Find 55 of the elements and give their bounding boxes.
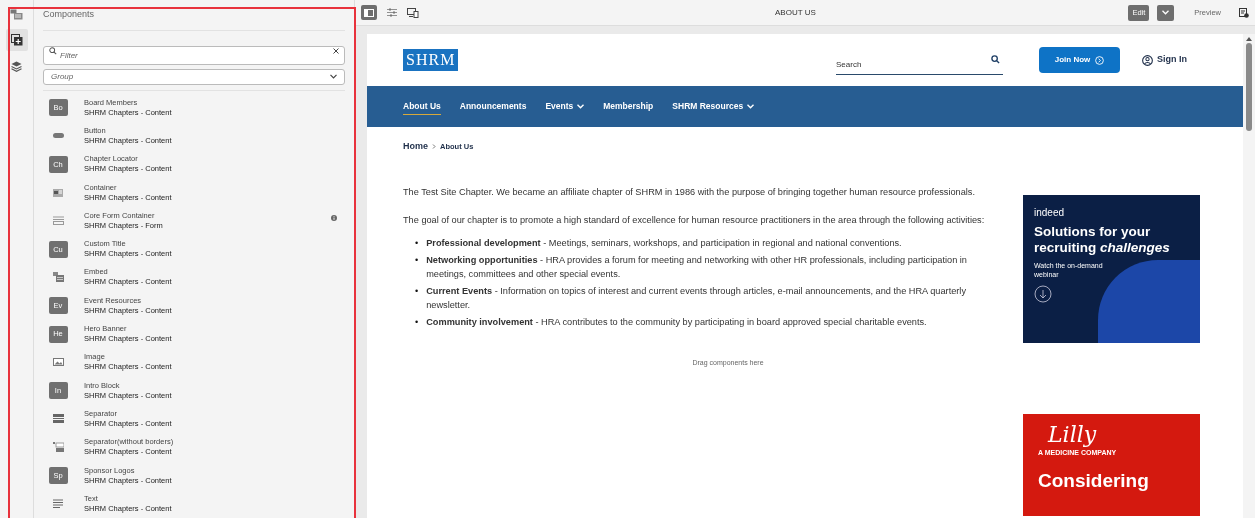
paragraph: The Test Site Chapter. We became an affiliate chapter of SHRM in 1986 with the purpose of bringing together human resource professionals. (403, 185, 976, 198)
text-lines-icon (53, 499, 63, 509)
sign-in-link[interactable]: Sign In (1142, 53, 1187, 67)
down-arrow-circle-icon (1034, 284, 1052, 303)
separator-icon (52, 414, 64, 424)
nav-link[interactable]: SHRM Resources (672, 98, 755, 115)
brand-logo: indeed (1034, 205, 1066, 220)
form-icon (52, 216, 64, 226)
search-field[interactable]: Search (836, 55, 1003, 75)
bullet-item: Professional development - Meetings, seminars, workshops, and participation in regional and national conventions. (426, 236, 902, 250)
bullet-point: • (415, 236, 419, 250)
nav-link[interactable]: Announcements (459, 98, 527, 115)
image-icon (52, 358, 64, 367)
sidebar-toggle-button[interactable] (361, 5, 377, 20)
search-icon (49, 46, 57, 55)
arrow-circle-icon (1095, 55, 1105, 65)
search-icon (991, 55, 1000, 64)
nav-link[interactable]: Membership (603, 98, 654, 115)
sliders-icon[interactable] (387, 8, 397, 17)
panel-title: Components (43, 0, 345, 31)
components-icon[interactable] (5, 29, 28, 51)
bullet-item: Community involvement - HRA contributes to the community by participating in board approved special charitable events. (426, 315, 927, 329)
logo: SHRM (403, 49, 459, 71)
breadcrumb-link[interactable]: Home (403, 140, 428, 154)
container-icon (53, 188, 63, 197)
brand-logo: Lilly (1046, 421, 1098, 448)
paragraph: The goal of our chapter is to promote a high standard of excellence for human resource practitioners in the area through the following activities: (403, 213, 986, 226)
join-now-button[interactable]: Join Now (1039, 47, 1120, 73)
button-icon (52, 133, 64, 139)
scrollbar[interactable] (1243, 34, 1255, 518)
chevron-icon (432, 144, 436, 150)
embed-icon (52, 272, 64, 283)
dropdown-button[interactable] (1157, 4, 1175, 21)
ad-headline: Considering (1038, 470, 1150, 492)
bullet-item: Networking opportunities - HRA provides a forum for meeting and networking with other HR professionals, including participation in meetings, committees and other special events. (426, 253, 968, 281)
nav-link[interactable]: Events (545, 98, 585, 115)
filter-field[interactable]: Filter (43, 45, 345, 65)
nav-link[interactable]: About Us (403, 98, 441, 115)
user-icon (1142, 54, 1153, 66)
separator-icon (52, 442, 64, 453)
bullet-point: • (415, 315, 419, 329)
page-title: ABOUT US (775, 6, 816, 19)
chevron-icon (330, 74, 337, 79)
dropdown-placeholder: Group (51, 70, 74, 83)
page-info-icon[interactable] (1239, 7, 1249, 18)
scrollbar-thumb[interactable] (1246, 43, 1252, 131)
ad-headline: Solutions for your recruiting challenges (1034, 223, 1171, 256)
bullet-item: Current Events - Information on topics of interest and current events through articles, e-mail announcements, and the HRA quarterly newsletter. (426, 284, 967, 312)
clear-icon[interactable] (333, 47, 339, 54)
chevron-icon (1162, 10, 1170, 15)
bullet-point: • (415, 284, 419, 298)
devices-icon[interactable] (407, 7, 419, 18)
bullet-point: • (415, 253, 419, 267)
scroll-up-arrow-icon[interactable] (1246, 37, 1252, 41)
group-dropdown[interactable]: Group (43, 68, 345, 85)
